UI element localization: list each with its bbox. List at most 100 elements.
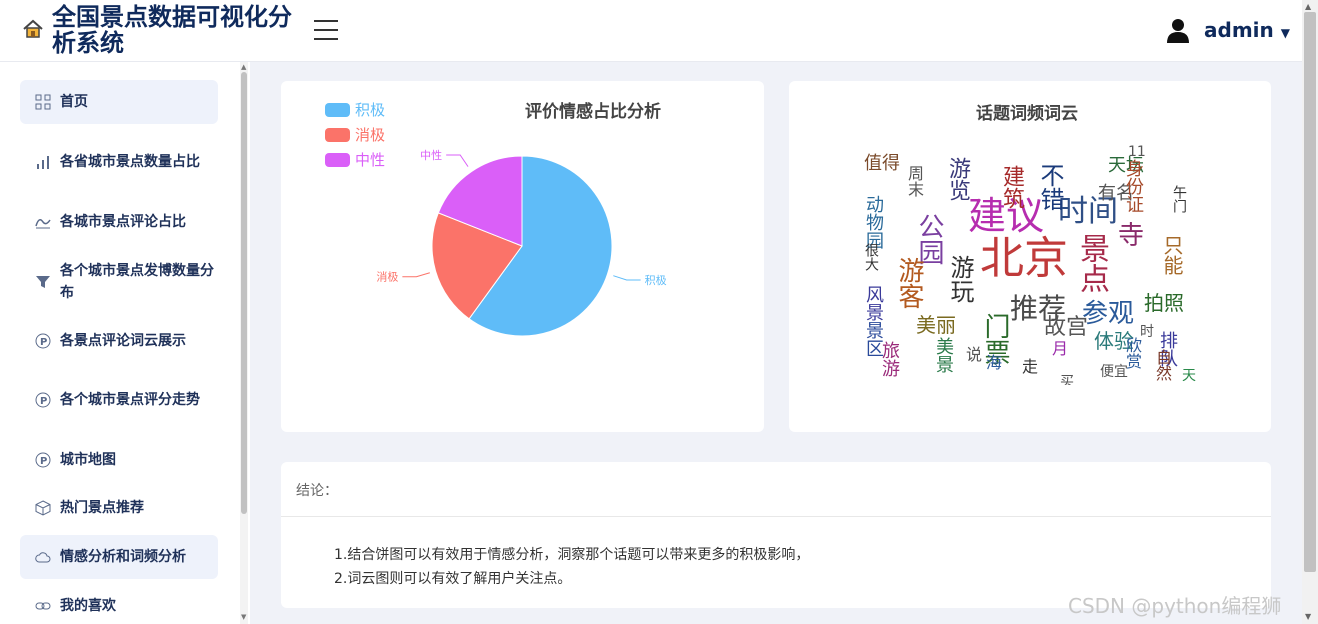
cloud-word: 午门 [1171, 185, 1187, 213]
legend-swatch [325, 152, 350, 167]
sidebar-item-label: 各景点评论词云展示 [60, 333, 186, 349]
legend-item-negative[interactable]: 消极 [325, 124, 385, 145]
sidebar-item-label: 情感分析和词频分析 [60, 549, 186, 565]
cloud-word: 月 [1052, 339, 1069, 358]
cloud-word: 走 [1022, 357, 1039, 376]
hamburger-icon[interactable] [314, 20, 338, 42]
sidebar-item-label: 我的喜欢 [60, 598, 116, 614]
cloud-word: 游客 [894, 257, 924, 309]
sidebar-scrollbar-thumb[interactable] [241, 72, 247, 514]
cloud-word: 风景 [863, 285, 884, 321]
caret-down-icon: ▼ [1280, 26, 1290, 40]
legend-label: 中性 [355, 151, 386, 169]
sidebar-item-comment-share[interactable]: 各城市景点评论占比 [20, 210, 218, 234]
cloud-word: 游玩 [946, 255, 974, 303]
chart-title: 评价情感占比分析 [525, 101, 661, 122]
cloud-word: 说 [966, 345, 983, 364]
sidebar-item-post-distribution[interactable]: 各个城市景点发博数量分布 [20, 258, 218, 306]
username: admin [1204, 18, 1274, 42]
cloud-word: 景点 [1074, 233, 1109, 293]
pie-label: 消极 [376, 270, 398, 284]
cloud-word: 游览 [945, 157, 970, 201]
page-scroll-down-icon[interactable]: ▼ [1305, 612, 1311, 621]
pie-label-line [446, 154, 469, 167]
cloud-word: 旅游 [879, 341, 900, 377]
svg-text:P: P [40, 337, 47, 348]
app-title: 全国景点数据可视化分析系统 [52, 3, 292, 57]
sidebar-item-province-share[interactable]: 各省城市景点数量占比 [20, 138, 218, 186]
conclusion-label: 结论： [296, 483, 338, 499]
cloud-word: 便宜 [1100, 364, 1128, 380]
cloud-word: 美景 [933, 337, 954, 373]
user-icon[interactable] [1166, 18, 1190, 44]
cloud-word: 很大 [863, 243, 879, 271]
sidebar-item-hot-spots[interactable]: 热门景点推荐 [20, 496, 218, 520]
legend-label: 消极 [355, 126, 386, 144]
cloud-word: 周末 [905, 165, 924, 197]
legend-swatch [325, 127, 350, 142]
scroll-down-arrow-icon[interactable]: ▼ [241, 613, 246, 621]
cloud-icon [35, 552, 51, 563]
legend-label: 积极 [355, 101, 386, 119]
cloud-word: 只能 [1160, 235, 1184, 275]
cloud-word: 参观 [1082, 299, 1135, 329]
sidebar: 首页 各省城市景点数量占比 各城市景点评论占比 各个城市景点发博数量分布 P 各… [0, 62, 250, 624]
sidebar-item-label: 各个城市景点评分走势 [60, 392, 200, 408]
svg-text:P: P [40, 396, 47, 407]
divider [281, 516, 1271, 517]
pie-label: 积极 [645, 273, 667, 287]
sidebar-item-label: 各个城市景点发博数量分布 [60, 263, 214, 301]
cloud-word: 建筑 [999, 165, 1024, 209]
cloud-word: 11 [1128, 145, 1146, 160]
cloud-word: 动物园 [863, 195, 884, 249]
bar-chart-icon [37, 156, 49, 169]
cloud-word: 海 [986, 353, 1003, 372]
scroll-up-arrow-icon[interactable]: ▲ [241, 63, 246, 71]
pie-label: 中性 [420, 148, 442, 162]
cloud-word: 身份证 [1123, 159, 1144, 213]
watermark: CSDN @python编程狮 [1068, 594, 1282, 618]
cloud-word: 时 [1140, 324, 1154, 340]
legend-item-neutral[interactable]: 中性 [325, 149, 385, 170]
legend-swatch [325, 102, 350, 117]
p-circle-icon: P [35, 392, 51, 408]
svg-text:P: P [40, 456, 47, 467]
sidebar-item-label: 城市地图 [60, 452, 116, 468]
cloud-word: 美丽 [916, 313, 956, 337]
sidebar-item-label: 首页 [60, 94, 88, 110]
cloud-word: 不错 [1036, 163, 1064, 211]
page-scroll-up-icon[interactable]: ▲ [1305, 2, 1311, 11]
p-circle-icon: P [35, 333, 51, 349]
wave-icon [35, 219, 51, 229]
cloud-word: 买 [1060, 374, 1074, 385]
sidebar-item-label: 各城市景点评论占比 [60, 214, 186, 230]
sidebar-item-home[interactable]: 首页 [20, 80, 218, 124]
wordcloud-title: 话题词频词云 [976, 104, 1078, 124]
sentiment-pie-card: 评价情感占比分析 积极 消极 中性 积极 消极 中性 [281, 81, 764, 432]
word-cloud: 北京 建议 时间 景点 推荐 游玩 公园 门票 故宫 参观 游客 不错 美丽 体验 拍照 游览 天坛 有名 建筑 值得… [862, 145, 1202, 385]
home-icon[interactable] [22, 18, 44, 40]
sidebar-item-city-map[interactable]: P 城市地图 [20, 448, 218, 472]
sidebar-item-favorites[interactable]: 我的喜欢 [20, 594, 218, 618]
cube-icon [35, 500, 51, 516]
pie-label-line [402, 272, 430, 278]
conclusion-line-2: 2.词云图则可以有效了解用户关注点。 [334, 571, 572, 587]
cloud-word: 天 [1182, 368, 1196, 384]
page-scrollbar-thumb[interactable] [1304, 12, 1316, 572]
wordcloud-card: 话题词频词云 北京 建议 时间 景点 推荐 游玩 公园 门票 故宫 参观 游客 不错 美丽 体验 拍照 游览天… [789, 81, 1271, 432]
cloud-word: 北京 [980, 233, 1068, 284]
sidebar-item-wordcloud[interactable]: P 各景点评论词云展示 [20, 329, 218, 353]
cloud-word: 拍照 [1144, 291, 1184, 315]
sidebar-item-sentiment[interactable]: 情感分析和词频分析 [20, 535, 218, 579]
p-circle-icon: P [35, 452, 51, 468]
cloud-word: 寺 [1118, 221, 1145, 251]
cloud-word: 自然 [1153, 349, 1172, 381]
legend-item-positive[interactable]: 积极 [325, 99, 385, 120]
conclusion-line-1: 1.结合饼图可以有效用于情感分析，洞察那个话题可以带来更多的积极影响， [334, 547, 810, 563]
pie-label-line [613, 275, 641, 281]
sidebar-item-rating-trend[interactable]: P 各个城市景点评分走势 [20, 376, 218, 424]
sidebar-item-label: 热门景点推荐 [60, 500, 144, 516]
sidebar-item-label: 各省城市景点数量占比 [60, 154, 200, 170]
user-menu[interactable]: admin ▼ [1204, 18, 1290, 42]
grid-icon [35, 94, 51, 110]
